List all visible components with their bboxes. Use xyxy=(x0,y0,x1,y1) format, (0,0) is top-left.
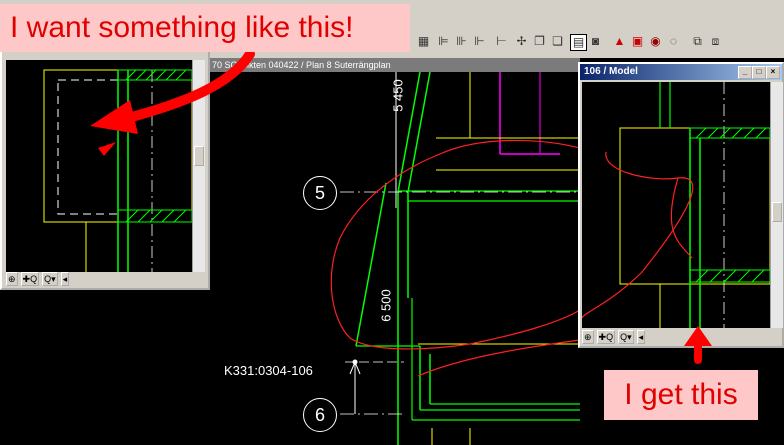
left-arrowhead-icon xyxy=(90,100,138,134)
annotation-want: I want something like this! xyxy=(0,4,410,52)
annotation-get: I get this xyxy=(604,370,758,420)
right-arrowhead-icon xyxy=(684,326,712,346)
left-arrow xyxy=(123,49,255,123)
